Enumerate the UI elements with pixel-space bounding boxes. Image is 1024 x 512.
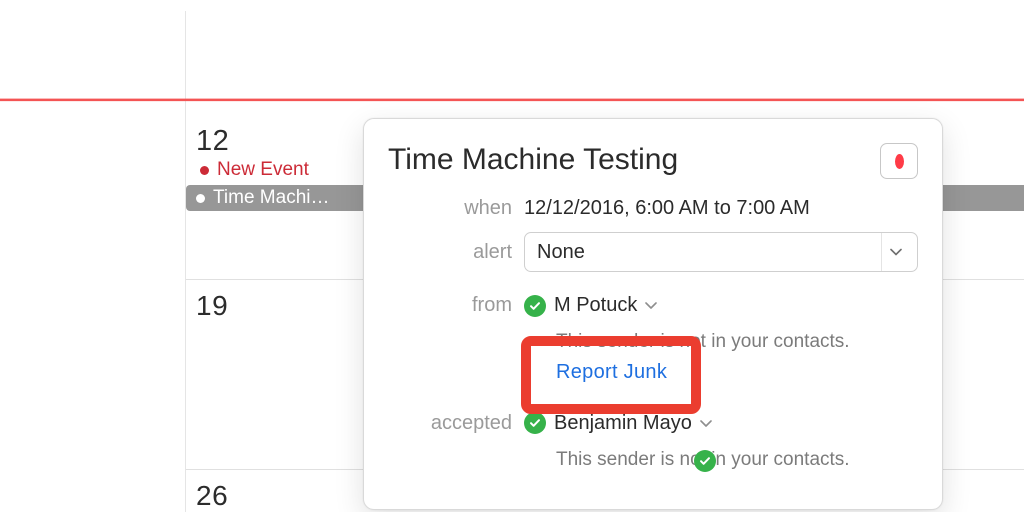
check-icon <box>524 412 546 434</box>
current-time-indicator <box>0 99 1024 102</box>
from-note: This sender is not in your contacts. <box>556 329 918 355</box>
check-icon <box>694 450 716 472</box>
check-icon <box>524 295 546 317</box>
accepted-label: accepted <box>388 412 524 435</box>
chevron-down-icon <box>881 233 909 271</box>
calendar-left-column <box>0 11 186 512</box>
event-popover: Time Machine Testing when 12/12/2016, 6:… <box>363 118 943 510</box>
from-name: M Potuck <box>554 294 637 317</box>
color-dot-icon <box>895 154 904 169</box>
day-number: 19 <box>196 290 228 322</box>
alert-value: None <box>537 241 585 264</box>
day-number: 26 <box>196 480 228 512</box>
report-junk-link[interactable]: Report Junk <box>556 359 667 386</box>
when-value[interactable]: 12/12/2016, 6:00 AM to 7:00 AM <box>524 197 918 220</box>
event-title[interactable]: Time Machine Testing <box>388 143 678 177</box>
day-number: 12 <box>196 125 229 158</box>
event-label: New Event <box>217 159 309 181</box>
accepted-note-row: This sender is not in your contacts. <box>556 447 918 473</box>
event-label: Time Machi… <box>213 187 329 209</box>
accepted-person[interactable]: Benjamin Mayo <box>524 412 918 435</box>
chevron-down-icon <box>645 294 657 317</box>
when-label: when <box>388 197 524 220</box>
alert-label: alert <box>388 241 524 264</box>
from-person[interactable]: M Potuck <box>524 294 918 317</box>
accepted-name-0: Benjamin Mayo <box>554 412 692 435</box>
chevron-down-icon <box>700 412 712 435</box>
calendar-color-picker[interactable] <box>880 143 918 179</box>
from-label: from <box>388 294 524 317</box>
event-dot-icon <box>200 166 209 175</box>
event-dot-icon <box>196 194 205 203</box>
calendar-event-new[interactable]: New Event <box>190 157 319 183</box>
alert-select[interactable]: None <box>524 232 918 272</box>
